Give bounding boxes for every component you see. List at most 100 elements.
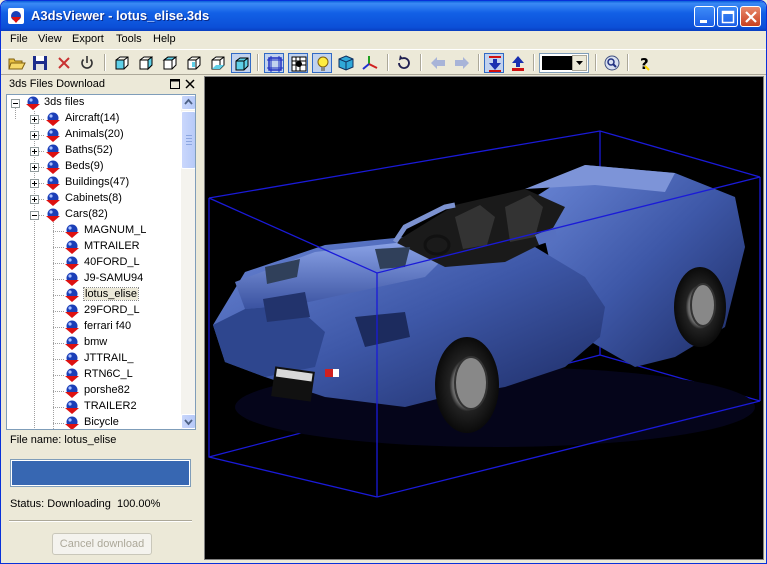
model-3ds-icon [65, 320, 79, 334]
collapse-icon[interactable] [11, 99, 20, 108]
axes-button[interactable] [360, 53, 380, 73]
cancel-download-button[interactable]: Cancel download [52, 533, 152, 555]
expand-icon[interactable] [30, 163, 39, 172]
rotate-button[interactable] [394, 53, 414, 73]
expand-icon[interactable] [30, 179, 39, 188]
view-left-button[interactable] [160, 53, 180, 73]
expand-icon[interactable] [30, 195, 39, 204]
close-button[interactable] [740, 6, 761, 27]
view-back-button[interactable] [136, 53, 156, 73]
model-3ds-icon [65, 224, 79, 238]
power-button[interactable] [77, 53, 97, 73]
previous-button[interactable] [428, 53, 448, 73]
view-right-button[interactable] [184, 53, 204, 73]
tree-file-label: 29FORD_L [84, 304, 140, 316]
tree-file-item[interactable]: MTRAILER [7, 239, 181, 255]
upload-button[interactable] [508, 53, 528, 73]
panel-dock-icon[interactable] [170, 79, 180, 89]
tree-file-item[interactable]: ferrari f40 [7, 319, 181, 335]
bounding-box-icon [267, 56, 283, 72]
model-3ds-icon [65, 272, 79, 286]
tree-file-item[interactable]: lotus_elise [7, 287, 181, 303]
help-question-icon: ? [640, 55, 650, 72]
tree-file-label: ferrari f40 [84, 320, 132, 332]
download-status: Status: Downloading 100.00% [10, 498, 161, 510]
tree-scrollbar[interactable] [181, 95, 195, 429]
tree-file-item[interactable]: bmw [7, 335, 181, 351]
tree-file-item[interactable]: porshe82 [7, 383, 181, 399]
open-folder-icon [8, 58, 26, 70]
textures-button[interactable] [288, 53, 308, 73]
tree-file-label: MTRAILER [84, 240, 140, 252]
tree-file-item[interactable]: JTTRAIL_ [7, 351, 181, 367]
maximize-button[interactable] [717, 6, 738, 27]
open-button[interactable] [7, 53, 27, 73]
view-front-button[interactable] [112, 53, 132, 73]
car-model-render [208, 130, 761, 498]
menu-help[interactable]: Help [153, 33, 176, 45]
tree-node-root[interactable]: 3ds files [7, 95, 181, 111]
delete-x-icon [58, 57, 70, 69]
model-3ds-icon [65, 368, 79, 382]
minimize-icon [700, 20, 707, 23]
file-tree[interactable]: 3ds files Aircraft(14) Animals(20) Baths(52… [6, 94, 196, 430]
tree-category[interactable]: Buildings(47) [7, 175, 181, 191]
close-icon [745, 11, 757, 23]
tree-file-item[interactable]: RTN6C_L [7, 367, 181, 383]
menu-tools[interactable]: Tools [116, 33, 142, 45]
category-3ds-icon [46, 192, 60, 206]
download-arrow-icon [489, 56, 501, 72]
app-window: A3dsViewer - lotus_elise.3ds File View E… [0, 0, 767, 564]
category-3ds-icon [46, 144, 60, 158]
collapse-icon[interactable] [30, 211, 39, 220]
category-3ds-icon [46, 160, 60, 174]
tree-category[interactable]: Animals(20) [7, 127, 181, 143]
next-button[interactable] [452, 53, 472, 73]
close-file-button[interactable] [54, 53, 74, 73]
download-button[interactable] [484, 53, 504, 73]
tree-category[interactable]: Cars(82) [7, 207, 181, 223]
cube-back-icon [139, 56, 153, 71]
app-logo-icon [8, 8, 24, 24]
model-3ds-icon [65, 416, 79, 429]
solid-mode-button[interactable] [336, 53, 356, 73]
background-color-picker[interactable] [539, 53, 589, 73]
tree-category[interactable]: Aircraft(14) [7, 111, 181, 127]
properties-button[interactable] [602, 53, 622, 73]
tree-file-item[interactable]: J9-SAMU94 [7, 271, 181, 287]
panel-close-icon[interactable] [185, 79, 195, 89]
category-3ds-icon [46, 112, 60, 126]
expand-icon[interactable] [30, 115, 39, 124]
save-button[interactable] [30, 53, 50, 73]
menu-export[interactable]: Export [72, 33, 104, 45]
solid-cube-icon [338, 55, 354, 71]
tree-file-item[interactable]: Bicycle [7, 415, 181, 429]
help-button[interactable]: ? [634, 53, 654, 73]
arrow-right-icon [455, 57, 469, 69]
tree-category[interactable]: Beds(9) [7, 159, 181, 175]
tree-file-item[interactable]: 29FORD_L [7, 303, 181, 319]
scroll-thumb[interactable] [181, 111, 195, 169]
bounding-box-button[interactable] [264, 53, 284, 73]
divider [9, 520, 192, 522]
view-perspective-button[interactable] [231, 53, 251, 73]
title-bar[interactable]: A3dsViewer - lotus_elise.3ds [1, 1, 766, 31]
expand-icon[interactable] [30, 131, 39, 140]
expand-icon[interactable] [30, 147, 39, 156]
menu-file[interactable]: File [10, 33, 28, 45]
color-dropdown-button[interactable] [572, 55, 587, 71]
tree-category[interactable]: Cabinets(8) [7, 191, 181, 207]
tree-category[interactable]: Baths(52) [7, 143, 181, 159]
scroll-up-button[interactable] [181, 95, 195, 110]
scroll-down-button[interactable] [181, 414, 195, 429]
3d-viewport[interactable] [204, 76, 764, 560]
lighting-button[interactable] [312, 53, 332, 73]
minimize-button[interactable] [694, 6, 715, 27]
menu-view[interactable]: View [38, 33, 62, 45]
save-disk-icon [33, 56, 47, 70]
tree-file-item[interactable]: TRAILER2 [7, 399, 181, 415]
tree-file-item[interactable]: MAGNUM_L [7, 223, 181, 239]
tree-file-item[interactable]: 40FORD_L [7, 255, 181, 271]
texture-grid-icon [291, 56, 307, 72]
view-top-button[interactable] [208, 53, 228, 73]
